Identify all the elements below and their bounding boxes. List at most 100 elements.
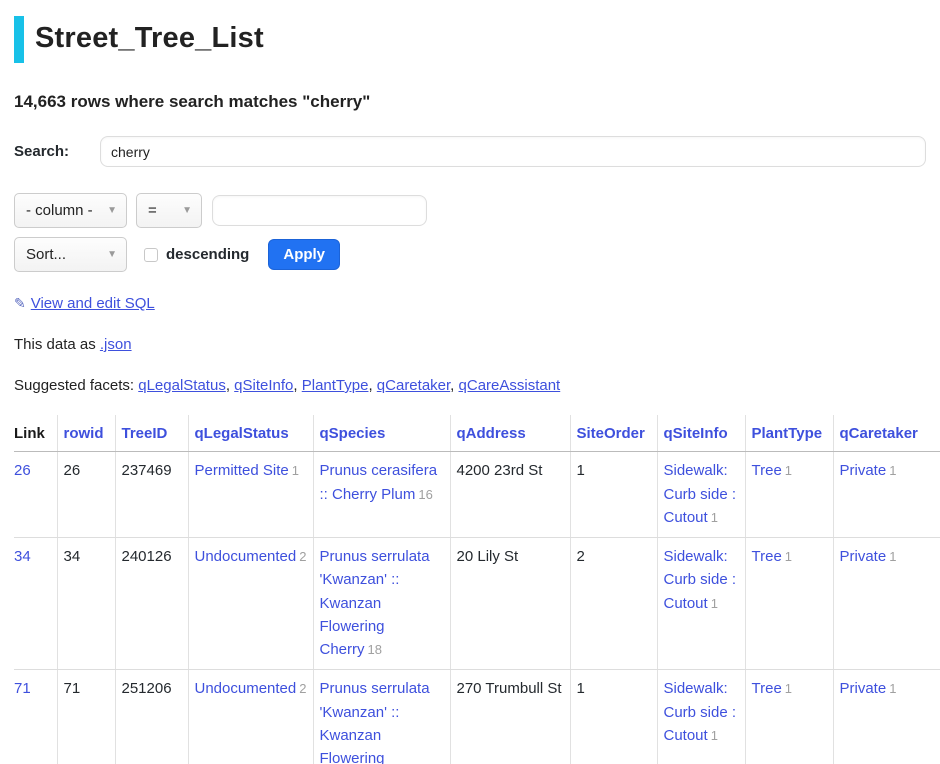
cell-value: 71: [64, 680, 81, 697]
cell-link[interactable]: Sidewalk: Curb side : Cutout: [664, 548, 737, 612]
cell-link[interactable]: 71: [14, 680, 31, 697]
sort-row: Sort... ▼ descending Apply: [14, 237, 926, 272]
table-cell: 2: [570, 538, 657, 670]
cell-link[interactable]: Sidewalk: Curb side : Cutout: [664, 680, 737, 744]
facet-link[interactable]: PlantType: [302, 377, 369, 394]
column-header-PlantType[interactable]: PlantType: [745, 415, 833, 452]
column-header-qLegalStatus[interactable]: qLegalStatus: [188, 415, 313, 452]
column-header-qCaretaker[interactable]: qCaretaker: [833, 415, 940, 452]
column-header-link[interactable]: PlantType: [752, 425, 823, 442]
chevron-down-icon: ▼: [182, 205, 192, 216]
table-cell: Sidewalk: Curb side : Cutout1: [657, 670, 745, 764]
table-cell: 251206: [115, 670, 188, 764]
table-cell: 270 Trumbull St: [450, 670, 570, 764]
column-header-rowid[interactable]: rowid: [57, 415, 115, 452]
facet-link[interactable]: qCaretaker: [377, 377, 450, 394]
table-cell: 71: [57, 670, 115, 764]
facet-count: 2: [299, 549, 306, 564]
column-select[interactable]: - column - ▼: [14, 193, 127, 228]
column-header-Link: Link: [14, 415, 57, 452]
facet-link[interactable]: qCareAssistant: [459, 377, 561, 394]
column-header-link[interactable]: qLegalStatus: [195, 425, 289, 442]
search-input[interactable]: [100, 136, 926, 167]
facet-link[interactable]: qLegalStatus: [138, 377, 226, 394]
table-cell: Tree1: [745, 670, 833, 764]
column-header-link[interactable]: qAddress: [457, 425, 526, 442]
cell-link[interactable]: 26: [14, 462, 31, 479]
cell-link[interactable]: Undocumented: [195, 548, 297, 565]
filter-value-input[interactable]: [212, 195, 427, 226]
table-cell: Permitted Site1: [188, 452, 313, 538]
cell-value: 240126: [122, 548, 172, 565]
chevron-down-icon: ▼: [107, 205, 117, 216]
table-cell: Private1: [833, 452, 940, 538]
column-header-link[interactable]: TreeID: [122, 425, 168, 442]
facet-count: 1: [785, 463, 792, 478]
column-select-value: - column -: [26, 202, 93, 219]
column-header-link[interactable]: SiteOrder: [577, 425, 645, 442]
descending-checkbox[interactable]: [144, 248, 158, 262]
column-header-link[interactable]: rowid: [64, 425, 104, 442]
descending-label: descending: [166, 246, 249, 263]
facet-count: 1: [292, 463, 299, 478]
table-cell: Prunus serrulata 'Kwanzan' :: Kwanzan Fl…: [313, 538, 450, 670]
cell-link[interactable]: Tree: [752, 680, 782, 697]
sort-select-value: Sort...: [26, 246, 66, 263]
facet-count: 18: [368, 642, 382, 657]
facet-count: 1: [711, 728, 718, 743]
row-count-summary: 14,663 rows where search matches "cherry…: [14, 92, 926, 112]
apply-button[interactable]: Apply: [268, 239, 340, 270]
table-row: 3434240126Undocumented2Prunus serrulata …: [14, 538, 940, 670]
column-header-qSpecies[interactable]: qSpecies: [313, 415, 450, 452]
cell-link[interactable]: Sidewalk: Curb side : Cutout: [664, 462, 737, 526]
table-cell: Private1: [833, 670, 940, 764]
table-cell: Prunus serrulata 'Kwanzan' :: Kwanzan Fl…: [313, 670, 450, 764]
column-header-qSiteInfo[interactable]: qSiteInfo: [657, 415, 745, 452]
page-title: Street_Tree_List: [14, 16, 264, 63]
pencil-icon: ✎: [14, 295, 26, 311]
cell-link[interactable]: Tree: [752, 548, 782, 565]
operator-select[interactable]: = ▼: [136, 193, 202, 228]
table-cell: 1: [570, 452, 657, 538]
facet-count: 2: [299, 681, 306, 696]
cell-link[interactable]: Undocumented: [195, 680, 297, 697]
cell-link[interactable]: Permitted Site: [195, 462, 289, 479]
facet-count: 16: [418, 487, 432, 502]
view-edit-sql-link[interactable]: View and edit SQL: [31, 295, 155, 312]
suggested-facets-links: qLegalStatus, qSiteInfo, PlantType, qCar…: [138, 377, 560, 394]
facet-count: 1: [711, 510, 718, 525]
table-header-row: Link rowid TreeID qLegalStatus qSpecies qAddr…: [14, 415, 940, 452]
table-cell: 26: [14, 452, 57, 538]
cell-value: 237469: [122, 462, 172, 479]
table-cell: Private1: [833, 538, 940, 670]
cell-link[interactable]: Private: [840, 548, 887, 565]
cell-link[interactable]: Prunus serrulata 'Kwanzan' :: Kwanzan Fl…: [320, 680, 430, 764]
table-cell: Undocumented2: [188, 670, 313, 764]
column-header-qAddress[interactable]: qAddress: [450, 415, 570, 452]
data-as-link[interactable]: .json: [100, 336, 132, 353]
table-cell: 34: [57, 538, 115, 670]
cell-value: 26: [64, 462, 81, 479]
table-cell: Undocumented2: [188, 538, 313, 670]
filter-row: - column - ▼ = ▼: [14, 193, 926, 228]
table-cell: 240126: [115, 538, 188, 670]
column-header-link[interactable]: qSpecies: [320, 425, 386, 442]
cell-value: 1: [577, 680, 585, 697]
cell-link[interactable]: Private: [840, 680, 887, 697]
cell-link[interactable]: Tree: [752, 462, 782, 479]
column-header-link[interactable]: qCaretaker: [840, 425, 918, 442]
operator-select-value: =: [148, 202, 157, 219]
cell-value: 4200 23rd St: [457, 462, 543, 479]
column-header-link[interactable]: qSiteInfo: [664, 425, 728, 442]
sort-select[interactable]: Sort... ▼: [14, 237, 127, 272]
column-header-SiteOrder[interactable]: SiteOrder: [570, 415, 657, 452]
cell-value: 1: [577, 462, 585, 479]
search-label: Search:: [14, 143, 100, 160]
table-cell: Tree1: [745, 538, 833, 670]
cell-link[interactable]: Private: [840, 462, 887, 479]
column-header-TreeID[interactable]: TreeID: [115, 415, 188, 452]
facet-count: 1: [889, 681, 896, 696]
cell-link[interactable]: 34: [14, 548, 31, 565]
facet-link[interactable]: qSiteInfo: [234, 377, 293, 394]
table-row: 7171251206Undocumented2Prunus serrulata …: [14, 670, 940, 764]
